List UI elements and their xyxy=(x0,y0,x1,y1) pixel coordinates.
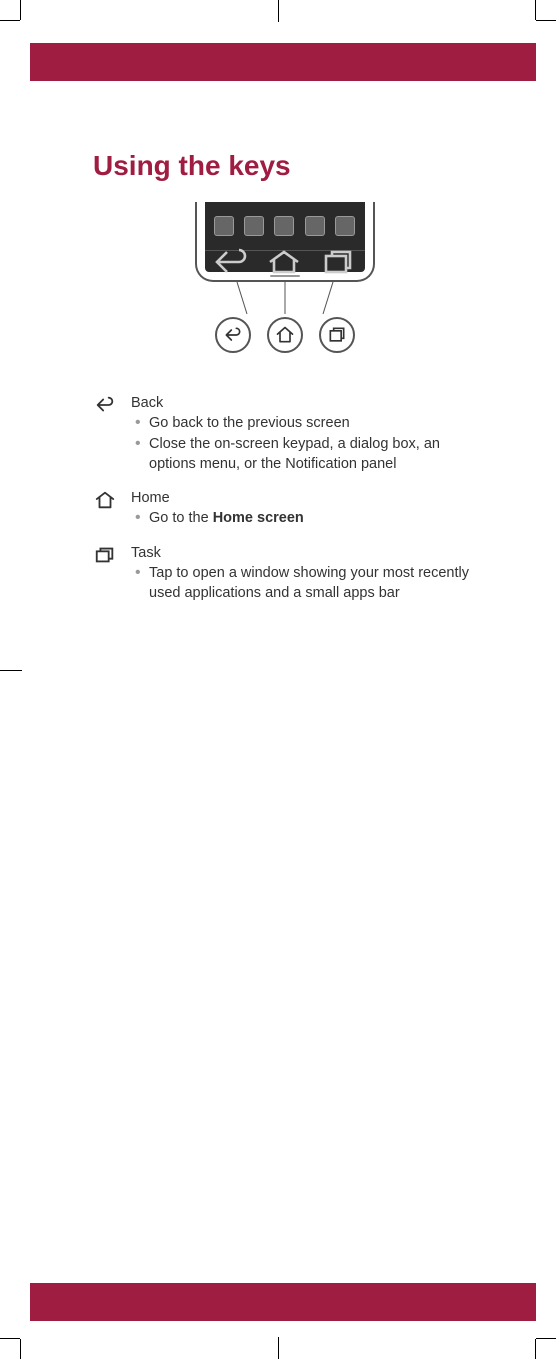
back-icon-circle xyxy=(215,317,251,353)
key-item-home: Home Go to the Home screen xyxy=(93,488,476,529)
bullet-item: Go to the Home screen xyxy=(131,508,476,528)
crop-mark xyxy=(0,20,20,21)
phone-speaker xyxy=(197,272,373,280)
app-icon xyxy=(335,216,355,236)
bullet-item: Tap to open a window showing your most r… xyxy=(131,563,476,604)
nav-home-key xyxy=(264,254,304,270)
crop-mark xyxy=(20,1339,21,1359)
key-item-back: Back Go back to the previous screen Clos… xyxy=(93,393,476,474)
key-name: Back xyxy=(131,393,476,413)
app-dock-row xyxy=(205,202,365,250)
key-bullets: Tap to open a window showing your most r… xyxy=(131,563,476,604)
key-icon-row xyxy=(215,317,355,353)
crop-mark xyxy=(0,1338,20,1339)
phone-diagram xyxy=(93,202,476,353)
key-name: Task xyxy=(131,543,476,563)
crop-mark xyxy=(0,670,22,671)
home-icon xyxy=(93,488,117,512)
app-icon xyxy=(274,216,294,236)
key-item-task: Task Tap to open a window showing your m… xyxy=(93,543,476,604)
app-icon xyxy=(214,216,234,236)
bullet-item: Go back to the previous screen xyxy=(131,413,476,433)
page-title: Using the keys xyxy=(93,150,476,182)
task-icon-circle xyxy=(319,317,355,353)
key-bullets: Go back to the previous screen Close the… xyxy=(131,413,476,474)
crop-mark xyxy=(278,0,279,22)
key-name: Home xyxy=(131,488,476,508)
crop-mark xyxy=(536,20,556,21)
crop-mark xyxy=(278,1337,279,1359)
nav-back-key xyxy=(211,254,251,270)
header-bar xyxy=(30,43,536,81)
key-content: Home Go to the Home screen xyxy=(131,488,476,529)
leader-lines xyxy=(195,282,375,317)
nav-keys-row xyxy=(205,250,365,272)
crop-mark xyxy=(535,1339,536,1359)
page-content: Using the keys xyxy=(93,150,476,1259)
task-icon xyxy=(93,543,117,567)
key-content: Back Go back to the previous screen Clos… xyxy=(131,393,476,474)
back-icon xyxy=(223,325,243,345)
task-icon xyxy=(327,325,347,345)
phone-bottom-illustration xyxy=(195,202,375,282)
footer-bar xyxy=(30,1283,536,1321)
phone-screen xyxy=(205,202,365,272)
crop-mark xyxy=(536,1338,556,1339)
bullet-item: Close the on-screen keypad, a dialog box… xyxy=(131,434,476,475)
app-icon xyxy=(244,216,264,236)
crop-mark xyxy=(535,0,536,20)
nav-task-key xyxy=(318,254,358,270)
back-icon xyxy=(93,393,117,417)
home-icon xyxy=(275,325,295,345)
key-bullets: Go to the Home screen xyxy=(131,508,476,528)
key-descriptions-list: Back Go back to the previous screen Clos… xyxy=(93,393,476,604)
home-icon-circle xyxy=(267,317,303,353)
crop-mark xyxy=(20,0,21,20)
app-icon xyxy=(305,216,325,236)
key-content: Task Tap to open a window showing your m… xyxy=(131,543,476,604)
